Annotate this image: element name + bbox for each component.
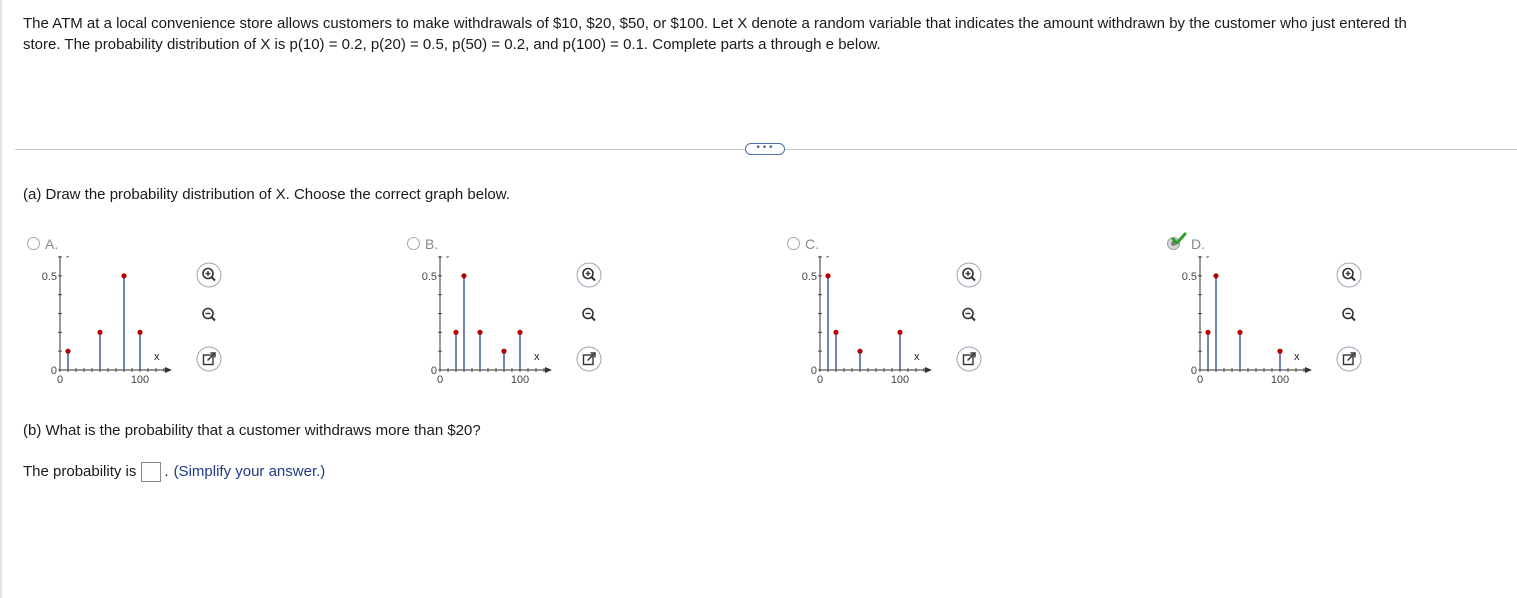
probability-point	[477, 329, 483, 335]
probability-point	[501, 348, 507, 354]
option-d-letter: D.	[1191, 236, 1205, 252]
zoom-in-icon[interactable]	[576, 262, 602, 288]
problem-statement: The ATM at a local convenience store all…	[23, 13, 1517, 55]
y-tick-label: 0.5	[802, 271, 817, 283]
popout-icon[interactable]	[1336, 346, 1362, 372]
zoom-out-icon[interactable]	[1336, 302, 1362, 328]
popout-icon[interactable]	[956, 346, 982, 372]
x-tick-label: 0	[437, 374, 443, 386]
x-axis-arrow	[165, 367, 172, 373]
option-a[interactable]: A. yx0.500100	[23, 232, 393, 402]
option-c-letter: C.	[805, 236, 819, 252]
x-axis-label: x	[1294, 351, 1300, 363]
x-axis-arrow	[1305, 367, 1312, 373]
probability-point	[97, 329, 103, 335]
probability-point	[453, 329, 459, 335]
y-axis-label: y	[66, 256, 72, 258]
x-tick-label: 0	[817, 374, 823, 386]
answer-line: The probability is . (Simplify your answ…	[23, 462, 325, 482]
zoom-out-icon[interactable]	[196, 302, 222, 328]
probability-point	[461, 273, 467, 279]
probability-point	[517, 329, 523, 335]
y-tick-label: 0.5	[422, 271, 437, 283]
simplify-hint: (Simplify your answer.)	[173, 463, 326, 480]
option-c-radio[interactable]	[787, 237, 800, 250]
option-b-radio[interactable]	[407, 237, 420, 250]
zoom-out-icon[interactable]	[956, 302, 982, 328]
probability-point	[121, 273, 127, 279]
x-axis-label: x	[154, 351, 160, 363]
expand-more-button[interactable]: •••	[745, 143, 785, 155]
x-tick-label: 0	[1197, 374, 1203, 386]
x-axis-arrow	[545, 367, 552, 373]
probability-point	[137, 329, 143, 335]
option-d[interactable]: D. yx0.500100	[1163, 232, 1517, 402]
zoom-in-icon[interactable]	[196, 262, 222, 288]
y-tick-label: 0.5	[1182, 271, 1197, 283]
option-c-graph: yx0.500100	[802, 256, 932, 386]
option-b-graph: yx0.500100	[422, 256, 552, 386]
y-axis-label: y	[826, 256, 832, 258]
y-tick-label: 0.5	[42, 271, 57, 283]
option-a-radio[interactable]	[27, 237, 40, 250]
x-tick-label: 100	[511, 374, 529, 386]
answer-input[interactable]	[141, 462, 162, 482]
probability-point	[833, 329, 839, 335]
option-b-letter: B.	[425, 236, 439, 252]
x-tick-label: 100	[1271, 374, 1289, 386]
zoom-in-icon[interactable]	[1336, 262, 1362, 288]
probability-point	[825, 273, 831, 279]
option-a-graph: yx0.500100	[42, 256, 172, 386]
zoom-out-icon[interactable]	[576, 302, 602, 328]
probability-point	[897, 329, 903, 335]
x-tick-label: 100	[891, 374, 909, 386]
probability-point	[65, 348, 71, 354]
probability-point	[1237, 329, 1243, 335]
left-border	[0, 0, 2, 598]
part-b-question: (b) What is the probability that a custo…	[23, 422, 481, 439]
probability-point	[1277, 348, 1283, 354]
option-a-letter: A.	[45, 236, 59, 252]
part-a-question: (a) Draw the probability distribution of…	[23, 186, 510, 203]
y-axis-label: y	[1206, 256, 1212, 258]
y-axis-label: y	[446, 256, 452, 258]
checkmark-icon	[1171, 232, 1187, 245]
option-b[interactable]: B. yx0.500100	[403, 232, 773, 402]
x-axis-label: x	[534, 351, 540, 363]
popout-icon[interactable]	[576, 346, 602, 372]
probability-point	[1205, 329, 1211, 335]
option-c[interactable]: C. yx0.500100	[783, 232, 1153, 402]
x-axis-arrow	[925, 367, 932, 373]
x-axis-label: x	[914, 351, 920, 363]
probability-point	[1213, 273, 1219, 279]
option-d-graph: yx0.500100	[1182, 256, 1312, 386]
answer-prefix: The probability is	[23, 463, 137, 480]
x-tick-label: 0	[57, 374, 63, 386]
zoom-in-icon[interactable]	[956, 262, 982, 288]
problem-line-1: The ATM at a local convenience store all…	[23, 15, 1407, 32]
probability-point	[857, 348, 863, 354]
problem-line-2: store. The probability distribution of X…	[23, 36, 881, 53]
popout-icon[interactable]	[196, 346, 222, 372]
answer-suffix: .	[164, 463, 169, 480]
x-tick-label: 100	[131, 374, 149, 386]
